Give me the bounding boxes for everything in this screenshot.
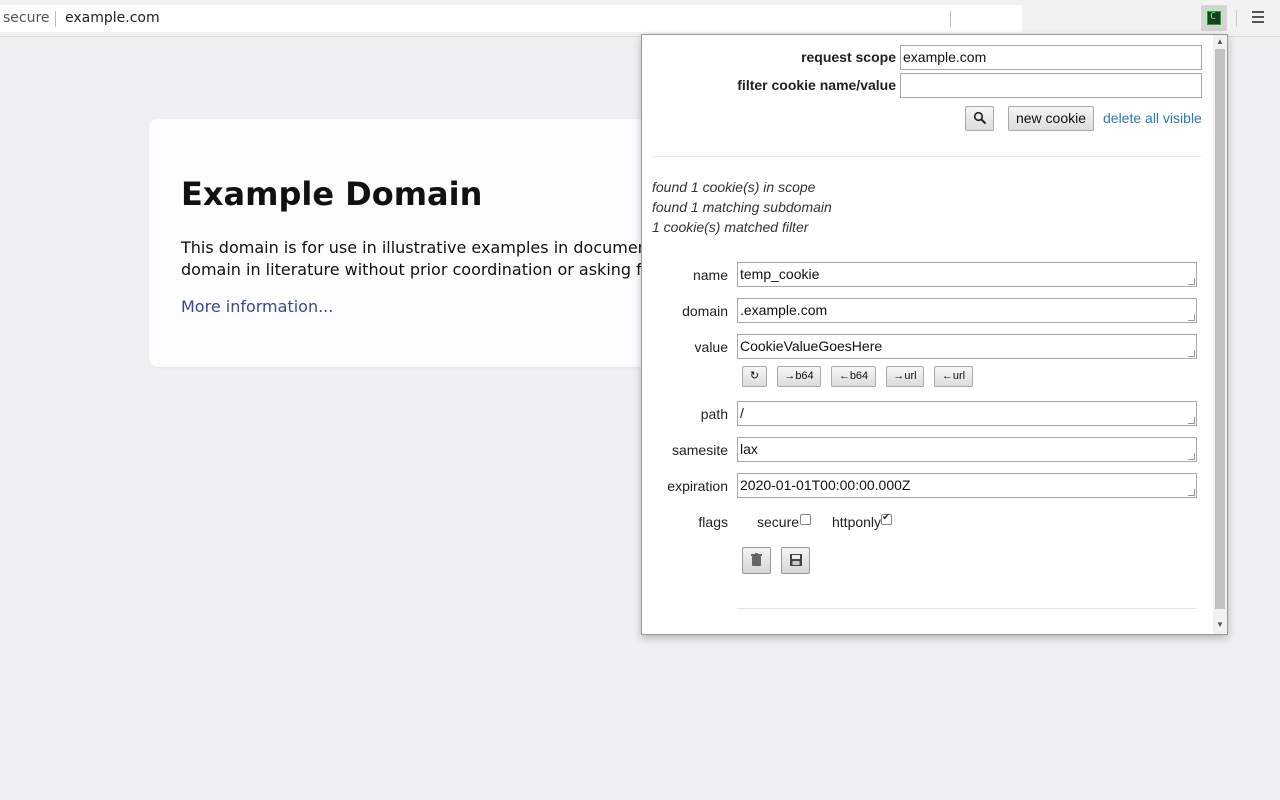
expiration-label: expiration xyxy=(642,478,728,494)
cookie-domain-field[interactable]: .example.com xyxy=(737,298,1197,323)
name-label: name xyxy=(642,267,728,283)
address-bar[interactable]: secure example.com xyxy=(0,5,1022,32)
domain-label: domain xyxy=(642,303,728,319)
bottom-divider xyxy=(737,608,1197,609)
cookie-expiration-field[interactable]: 2020-01-01T00:00:00.000Z xyxy=(737,473,1197,498)
page-title: Example Domain xyxy=(181,175,482,213)
search-button[interactable] xyxy=(965,106,994,131)
more-information-link[interactable]: More information... xyxy=(181,297,333,316)
cookie-editor-popup: request scope example.com filter cookie … xyxy=(641,34,1228,635)
save-icon xyxy=(782,548,809,573)
status-subdomain: found 1 matching subdomain xyxy=(652,199,832,215)
value-label: value xyxy=(642,339,728,355)
cookie-extension-button[interactable]: C xyxy=(1201,5,1227,31)
samesite-label: samesite xyxy=(642,442,728,458)
httponly-checkbox[interactable] xyxy=(881,514,892,525)
encode-b64-button[interactable]: →b64 xyxy=(777,366,821,387)
request-scope-input[interactable]: example.com xyxy=(900,45,1202,70)
search-icon xyxy=(973,111,987,125)
secure-checkbox[interactable] xyxy=(800,514,811,525)
omnibox-divider xyxy=(55,11,56,27)
httponly-flag-label: httponly xyxy=(832,514,881,530)
delete-all-visible-link[interactable]: delete all visible xyxy=(1103,110,1202,126)
cookie-path-field[interactable]: / xyxy=(737,401,1197,426)
cookie-value-field[interactable]: CookieValueGoesHere xyxy=(737,334,1197,359)
decode-url-button[interactable]: ←url xyxy=(934,366,973,387)
delete-cookie-button[interactable] xyxy=(742,547,771,574)
filter-label: filter cookie name/value xyxy=(737,77,896,93)
cookie-extension-icon: C xyxy=(1207,11,1221,25)
browser-menu-icon[interactable] xyxy=(1252,11,1264,25)
refresh-value-button[interactable]: ↻ xyxy=(742,366,767,387)
cookie-samesite-field[interactable]: lax xyxy=(737,437,1197,462)
trash-icon xyxy=(743,548,770,573)
secure-indicator[interactable]: secure xyxy=(3,10,50,26)
browser-toolbar: secure example.com C xyxy=(0,0,1280,37)
flags-label: flags xyxy=(642,514,728,530)
path-label: path xyxy=(642,406,728,422)
omnibox-divider-right xyxy=(950,11,951,27)
filter-input[interactable] xyxy=(900,73,1202,98)
secure-flag-label: secure xyxy=(757,514,799,530)
scroll-up-arrow-icon[interactable]: ▲ xyxy=(1216,37,1224,46)
decode-b64-button[interactable]: ←b64 xyxy=(831,366,876,387)
scroll-thumb[interactable] xyxy=(1215,49,1225,609)
save-cookie-button[interactable] xyxy=(781,547,810,574)
divider xyxy=(652,156,1201,157)
url-text[interactable]: example.com xyxy=(65,10,160,26)
cookie-name-field[interactable]: temp_cookie xyxy=(737,262,1197,287)
encode-url-button[interactable]: →url xyxy=(886,366,924,387)
request-scope-label: request scope xyxy=(801,49,896,65)
toolbar-divider xyxy=(1236,10,1237,26)
refresh-icon: ↻ xyxy=(750,370,759,382)
scroll-down-arrow-icon[interactable]: ▼ xyxy=(1216,620,1224,629)
status-scope: found 1 cookie(s) in scope xyxy=(652,179,815,195)
new-cookie-button[interactable]: new cookie xyxy=(1008,106,1094,131)
status-filter: 1 cookie(s) matched filter xyxy=(652,219,808,235)
popup-scrollbar[interactable]: ▲ ▼ xyxy=(1213,35,1227,634)
